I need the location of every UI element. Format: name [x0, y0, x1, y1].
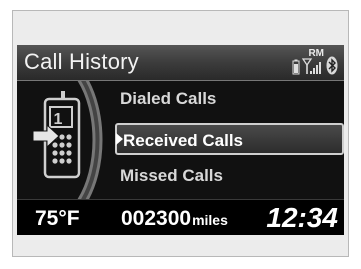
- call-history-list: Dialed Calls Received Calls Missed Calls: [105, 81, 344, 199]
- selection-arrow-icon: [116, 133, 123, 145]
- phone-battery-icon: [292, 59, 300, 75]
- menu-item-received-calls[interactable]: Received Calls: [115, 123, 344, 155]
- menu-body: 1 Dialed Calls Received Calls Missed Cal…: [17, 74, 344, 206]
- status-icons: [292, 51, 338, 75]
- phone-icon-panel: 1: [17, 74, 111, 206]
- screen-header: Call History RM: [17, 45, 344, 81]
- outside-temperature: 75°F: [35, 207, 80, 230]
- odometer-value: 002300: [121, 207, 192, 230]
- odometer-unit: miles: [192, 212, 228, 228]
- clock: 12:34: [266, 202, 338, 233]
- page-title: Call History: [24, 49, 139, 74]
- bluetooth-icon: [326, 56, 338, 75]
- menu-item-label: Received Calls: [123, 131, 244, 150]
- phone-call-icon: 1: [32, 74, 103, 206]
- phone-line-number: 1: [54, 111, 63, 128]
- status-footer: 75°F 002300miles 12:34: [17, 199, 344, 235]
- odometer: 002300miles: [121, 207, 228, 231]
- menu-item-dialed-calls[interactable]: Dialed Calls: [120, 84, 216, 114]
- navigation-screen: Call History RM 1 Dialed Calls Received …: [17, 45, 344, 235]
- signal-strength-icon: [302, 58, 321, 74]
- menu-item-missed-calls[interactable]: Missed Calls: [120, 161, 223, 191]
